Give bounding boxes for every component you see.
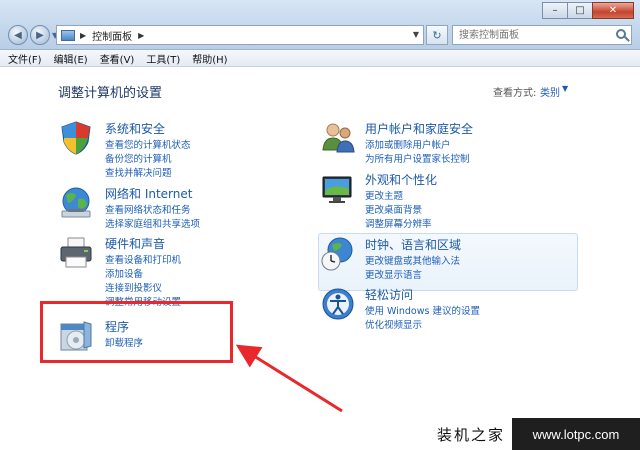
close-button[interactable]: ✕ (592, 2, 634, 19)
address-bar[interactable]: ▶ 控制面板 ▶ ▼ (56, 25, 424, 45)
back-button[interactable]: ◀ (8, 25, 28, 45)
menu-tools[interactable]: 工具(T) (146, 51, 180, 66)
maximize-button[interactable]: □ (567, 2, 593, 19)
watermark-site-name: 装机之家 (430, 418, 512, 450)
menu-view[interactable]: 查看(V) (100, 51, 135, 66)
breadcrumb-control-panel[interactable]: 控制面板 (92, 28, 132, 43)
search-input[interactable] (453, 26, 603, 44)
window-controls: – □ ✕ (542, 2, 634, 19)
refresh-button[interactable]: ↻ (426, 25, 448, 45)
address-dropdown-icon[interactable]: ▼ (413, 30, 419, 39)
menu-bar: 文件(F) 编辑(E) 查看(V) 工具(T) 帮助(H) (0, 50, 640, 67)
menu-help[interactable]: 帮助(H) (192, 51, 227, 66)
watermark-url: www.lotpc.com (512, 418, 640, 450)
breadcrumb-separator-icon[interactable]: ▶ (80, 31, 86, 40)
watermark: 装机之家 www.lotpc.com (430, 418, 640, 450)
annotation-arrow-icon (235, 344, 343, 413)
menu-file[interactable]: 文件(F) (8, 51, 42, 66)
breadcrumb-arrow-icon[interactable]: ▶ (138, 31, 144, 40)
navigation-buttons: ◀ ▶ ▼ (8, 25, 58, 45)
control-panel-content: 调整计算机的设置 查看方式: 类别 ▼ 系统和安全 查看您的计算机状态 备份您的… (0, 68, 640, 450)
forward-button[interactable]: ▶ (30, 25, 50, 45)
minimize-button[interactable]: – (542, 2, 568, 19)
search-icon[interactable] (616, 29, 626, 39)
search-box[interactable] (452, 25, 632, 45)
menu-edit[interactable]: 编辑(E) (54, 51, 88, 66)
window-titlebar: – □ ✕ ◀ ▶ ▼ ▶ 控制面板 ▶ ▼ ↻ (0, 0, 640, 50)
control-panel-icon (61, 29, 75, 41)
